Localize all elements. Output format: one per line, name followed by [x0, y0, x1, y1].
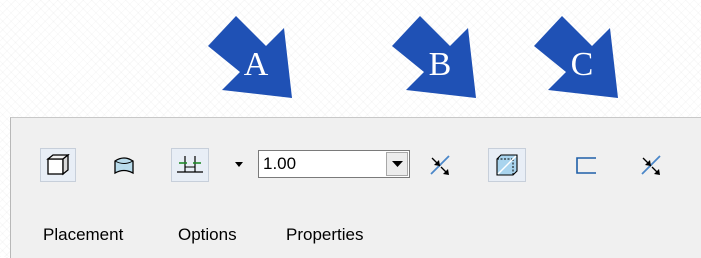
- callout-letter-b: B: [428, 46, 452, 83]
- placement-solid-button[interactable]: [40, 148, 76, 182]
- placement-surface-button[interactable]: [107, 148, 141, 182]
- flip-direction-icon: [430, 155, 450, 175]
- flip-thickness-button[interactable]: [634, 148, 668, 182]
- callout-letter-a: A: [243, 46, 269, 83]
- thicken-sketch-icon: [496, 154, 518, 176]
- tab-properties[interactable]: Properties: [286, 225, 363, 245]
- solid-cube-icon: [46, 154, 70, 176]
- depth-options-dropdown-button[interactable]: [230, 148, 248, 182]
- callout-a: A: [196, 6, 312, 114]
- open-profile-button[interactable]: [569, 148, 603, 182]
- open-profile-icon: [576, 157, 596, 174]
- sketch-sweep-button[interactable]: [171, 148, 209, 182]
- depth-value-text: 1.00: [263, 154, 297, 173]
- surface-quilt-icon: [114, 157, 134, 175]
- feature-dashboard: 1.00 Placement Options Properties: [10, 117, 701, 258]
- flip-thickness-icon: [641, 155, 661, 175]
- callout-letter-c: C: [570, 46, 594, 83]
- callout-c: C: [522, 6, 638, 114]
- sketch-sweep-icon: [177, 156, 203, 173]
- thicken-sketch-button[interactable]: [488, 148, 526, 182]
- depth-value-input[interactable]: 1.00: [258, 150, 410, 178]
- chevron-down-icon: [391, 160, 403, 167]
- caret-down-icon: [235, 162, 243, 167]
- depth-value-dropdown-button[interactable]: [386, 152, 408, 176]
- tab-options[interactable]: Options: [178, 225, 237, 245]
- callout-b: B: [380, 6, 496, 114]
- tab-placement[interactable]: Placement: [43, 225, 123, 245]
- flip-direction-button[interactable]: [423, 148, 457, 182]
